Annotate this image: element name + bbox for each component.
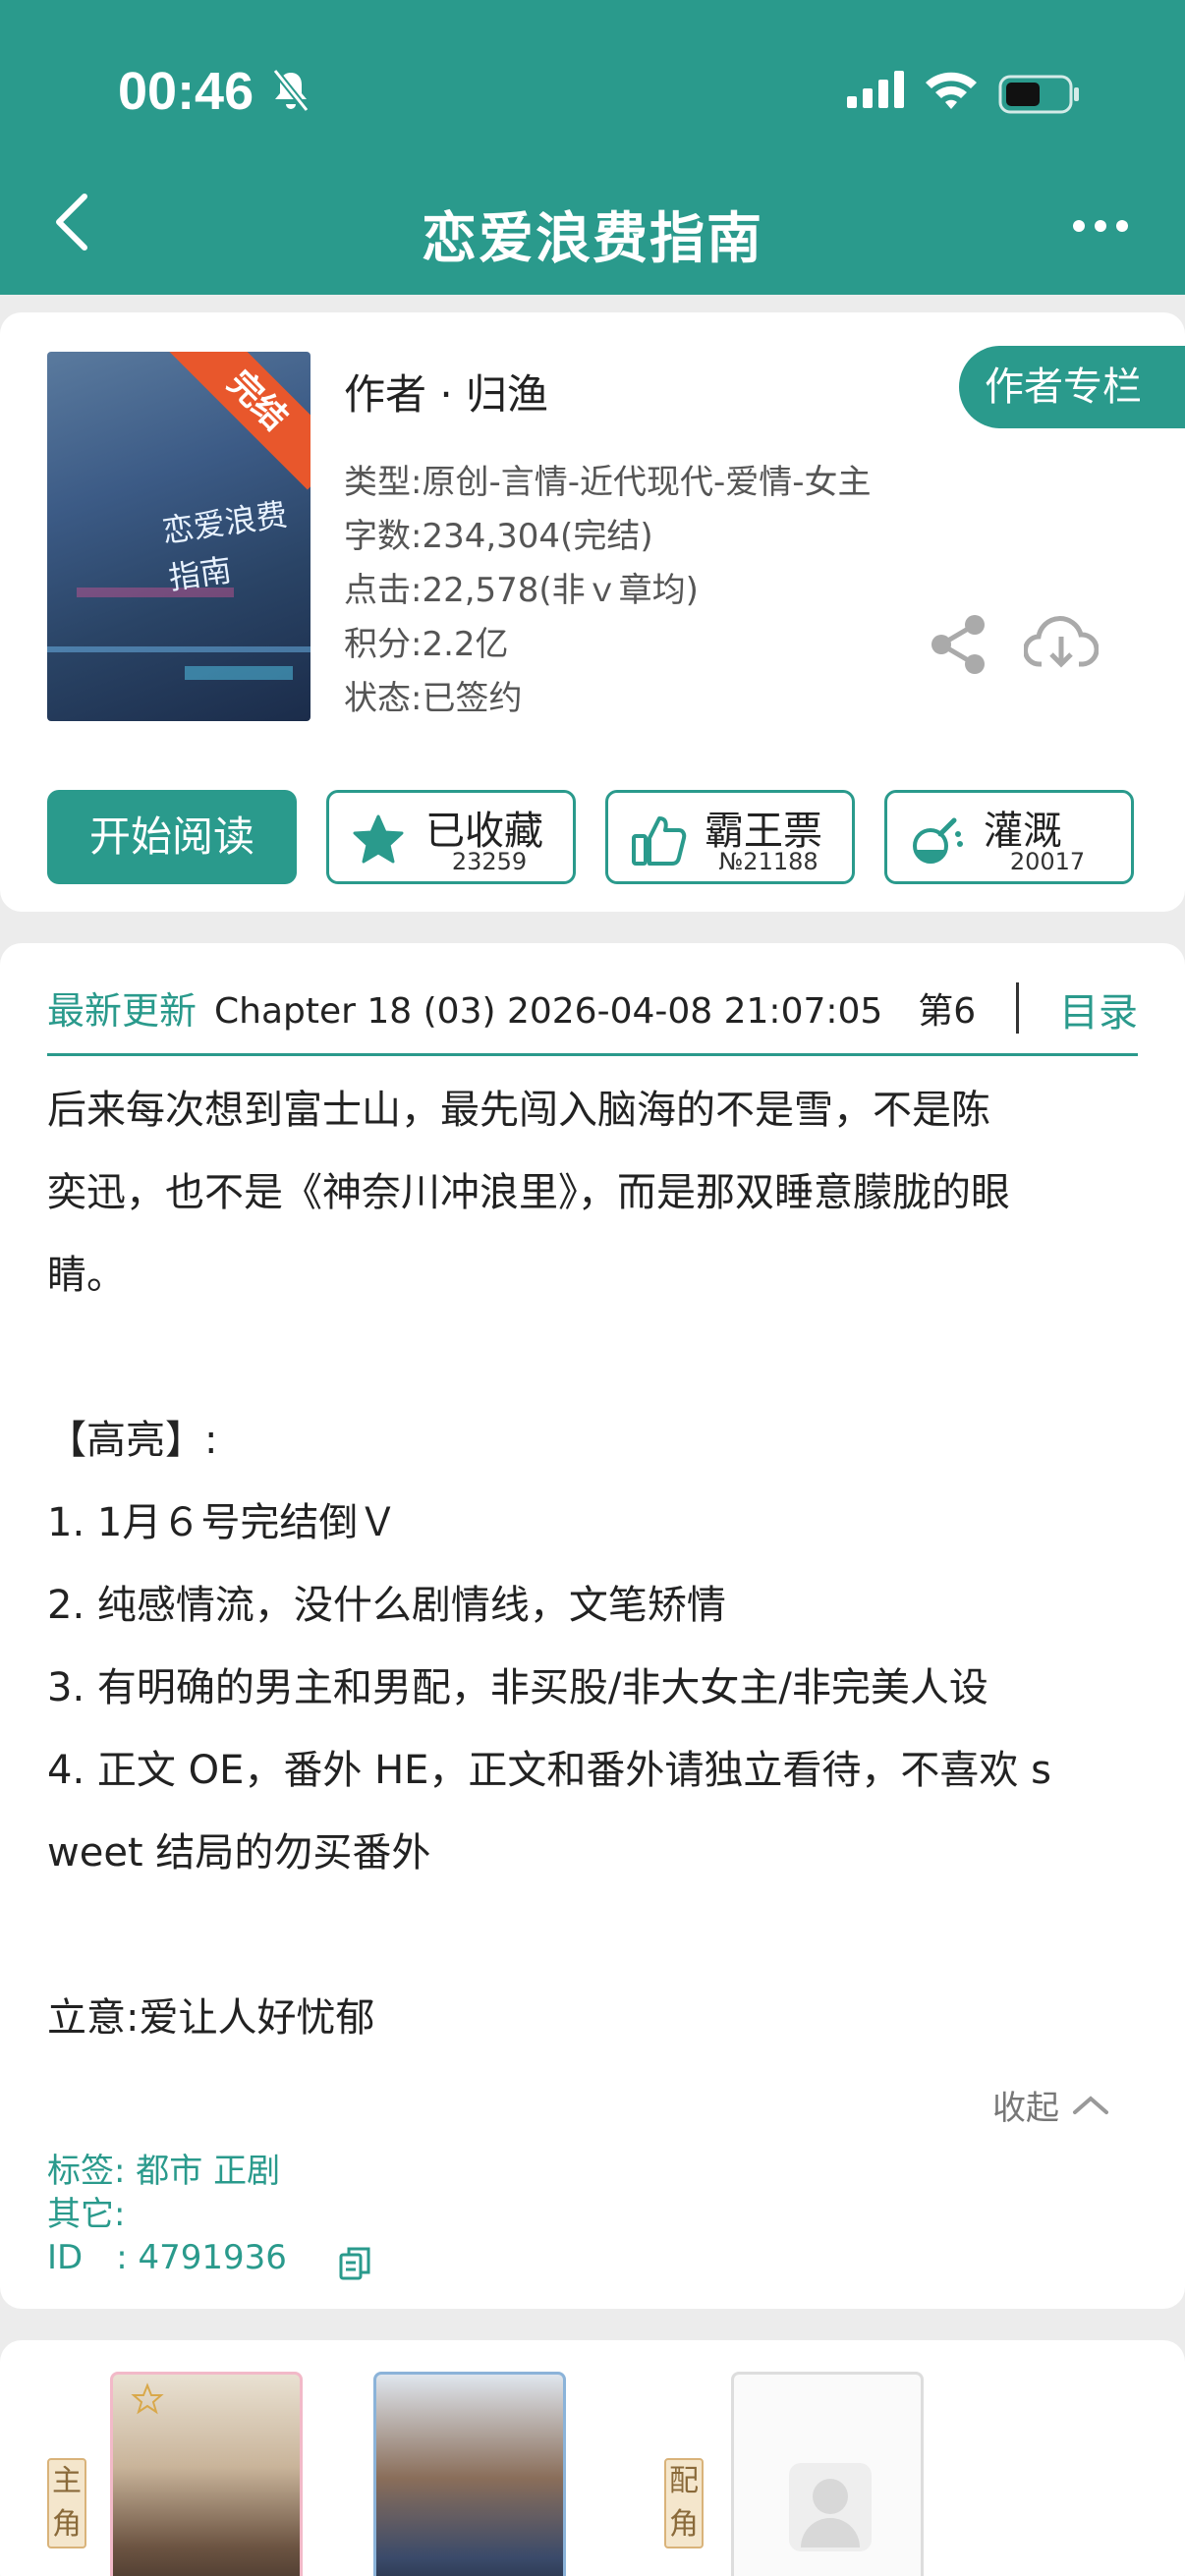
start-reading-button[interactable]: 开始阅读 [47, 790, 297, 884]
character-card-placeholder[interactable] [731, 2372, 924, 2576]
thumbs-up-icon [632, 816, 687, 866]
meta-score: 积分:2.2亿 [344, 625, 509, 664]
meta-type: 类型:原创-言情-近代现代-爱情-女主 [344, 463, 872, 502]
main-role-badge: 主角 [47, 2458, 86, 2548]
latest-update-text[interactable]: Chapter 18 (03) 2026-04-08 21:07:05 第6 [214, 982, 1010, 1034]
star-icon [353, 814, 404, 864]
author-name[interactable]: 作者 · 归渔 [344, 362, 548, 421]
more-icon[interactable] [1071, 218, 1130, 234]
characters-card: 主角 配角 [0, 2340, 1185, 2576]
description-line: weet 结局的勿买番外 [47, 1830, 431, 1876]
ticket-count: №21188 [718, 848, 818, 875]
table-of-contents-link[interactable]: 目录 [1059, 980, 1138, 1037]
supporting-role-badge: 配角 [664, 2458, 704, 2548]
battery-icon [998, 75, 1079, 114]
bell-muted-icon [272, 69, 310, 112]
share-icon[interactable] [928, 613, 990, 676]
description-line: 立意:爱让人好忧郁 [47, 1995, 375, 2041]
wifi-icon [926, 72, 977, 109]
copy-icon[interactable] [338, 2246, 371, 2281]
download-icon[interactable] [1024, 611, 1099, 674]
description-line: 【高亮】: [47, 1418, 218, 1463]
water-button[interactable]: 灌溉 20017 [884, 790, 1134, 884]
star-outline-icon [131, 2382, 164, 2415]
book-meta: 类型:原创-言情-近代现代-爱情-女主 字数:234,304(完结) 点击:22… [344, 456, 872, 726]
book-info-card: 恋爱浪费 指南 完结 作者 · 归渔 作者专栏 类型:原创-言情-近代现代-爱情-… [0, 312, 1185, 912]
description-line: 2. 纯感情流，没什么剧情线，文笔矫情 [47, 1583, 726, 1628]
description-line: 后来每次想到富士山，最先闯入脑海的不是雪，不是陈 [47, 1088, 990, 1133]
cover-decoration [47, 646, 310, 652]
author-column-button[interactable]: 作者专栏 [959, 346, 1185, 428]
divider [1016, 982, 1019, 1034]
chevron-up-icon[interactable] [1071, 2093, 1110, 2116]
status-time: 00:46 [118, 62, 254, 121]
favorite-button[interactable]: 已收藏 23259 [326, 790, 576, 884]
ticket-button[interactable]: 霸王票 №21188 [605, 790, 855, 884]
meta-clicks: 点击:22,578(非ｖ章均) [344, 571, 699, 610]
other-line: 其它: [47, 2195, 126, 2234]
divider [47, 1053, 1138, 1056]
description-line: 睛。 [47, 1253, 126, 1298]
cover-title-art: 恋爱浪费 指南 [159, 495, 290, 597]
book-id: ID : 4791936 [47, 2238, 287, 2277]
meta-status: 状态:已签约 [344, 679, 523, 718]
tag-line[interactable]: 标签: 都市 正剧 [47, 2150, 287, 2193]
description-line: 1. 1月６号完结倒Ｖ [47, 1500, 398, 1545]
description-line: 3. 有明确的男主和男配，非买股/非大女主/非完美人设 [47, 1665, 988, 1710]
description-line: 4. 正文 OE，番外 HE，正文和番外请独立看待，不喜欢 s [47, 1748, 1051, 1793]
book-description: 后来每次想到富士山，最先闯入脑海的不是雪，不是陈 奕迅，也不是《神奈川冲浪里》，… [47, 1069, 1148, 2059]
signal-icon [847, 71, 904, 108]
latest-update-label: 最新更新 [47, 989, 198, 1033]
description-card: 最新更新 Chapter 18 (03) 2026-04-08 21:07:05… [0, 943, 1185, 2309]
cover-decoration [185, 666, 293, 680]
water-count: 20017 [1009, 848, 1086, 875]
avatar-placeholder-icon [789, 2463, 872, 2551]
collapse-button[interactable]: 收起 [992, 2081, 1059, 2129]
character-card[interactable] [373, 2372, 566, 2576]
tag-block: 标签: 都市 正剧 其它: ID : 4791936 [47, 2150, 287, 2279]
favorite-count: 23259 [451, 848, 528, 875]
meta-word-count: 字数:234,304(完结) [344, 517, 653, 556]
latest-update-row[interactable]: 最新更新 Chapter 18 (03) 2026-04-08 21:07:05… [47, 975, 1138, 1043]
description-line: 奕迅，也不是《神奈川冲浪里》，而是那双睡意朦胧的眼 [47, 1170, 1010, 1215]
top-bar: 00:46 恋爱浪费指南 [0, 0, 1185, 295]
character-card[interactable] [110, 2372, 303, 2576]
page-title: 恋爱浪费指南 [422, 207, 763, 271]
completed-ribbon: 完结 [168, 352, 310, 490]
description-line [47, 1894, 1148, 1977]
book-cover[interactable]: 恋爱浪费 指南 完结 [47, 352, 310, 721]
watering-flask-icon [913, 817, 963, 864]
description-line [47, 1316, 1148, 1399]
